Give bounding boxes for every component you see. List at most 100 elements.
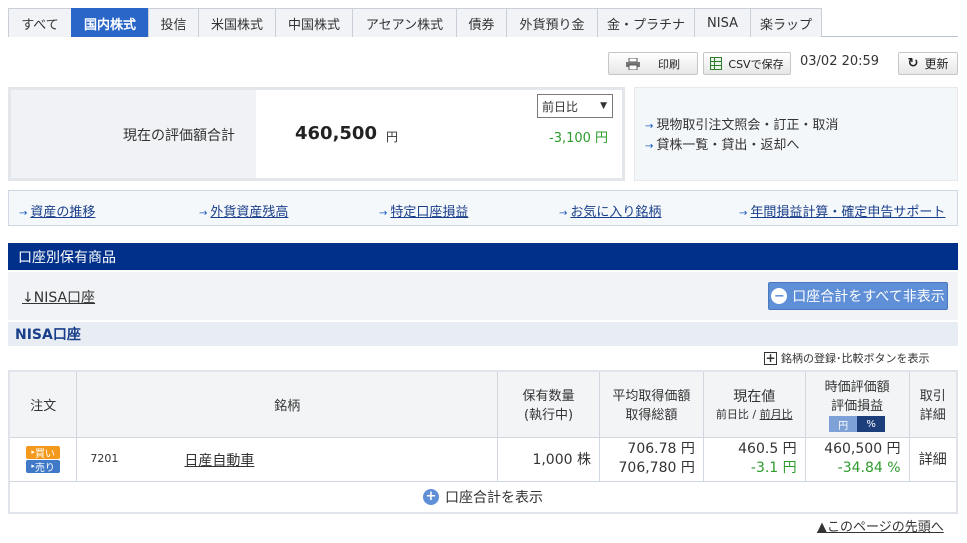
compare-select-value: 前日比 — [542, 99, 579, 114]
nav-asset-history-label: 資産の推移 — [30, 205, 96, 220]
tab-china-stocks[interactable]: 中国株式 — [275, 8, 353, 37]
nav-asset-history[interactable]: → 資産の推移 — [19, 201, 95, 220]
arrow-icon: → — [645, 121, 654, 132]
buy-label: 買い — [34, 448, 55, 460]
plus-circle-icon: + — [423, 488, 439, 505]
show-total-button[interactable]: + 口座合計を表示 — [423, 487, 543, 507]
nav-tax-support[interactable]: → 年間損益計算・確定申告サポート — [739, 201, 945, 220]
chevron-down-icon: ▼ — [600, 101, 607, 111]
sort-prev-month[interactable]: 前月比 — [760, 408, 793, 421]
table-header-row: 注文 銘柄 保有数量 (執行中) 平均取得価額 取得総額 現在値 前日比 / 前月比 … — [8, 370, 958, 438]
tab-rakuwrap[interactable]: 楽ラップ — [750, 8, 822, 37]
product-tabs: すべて 国内株式 投信 米国株式 中国株式 アセアン株式 債券 外貨預り金 金・… — [8, 8, 958, 37]
printer-icon — [626, 57, 640, 70]
tab-us-stocks[interactable]: 米国株式 — [198, 8, 276, 37]
print-button[interactable]: 印刷 — [608, 52, 698, 75]
separator: / — [748, 408, 760, 422]
avg-price: 706.78 円 — [627, 441, 695, 457]
summary-value: 460,500 — [295, 123, 377, 144]
table-row: ▸ 買い ▸ 売り 7201 日産自動車 1,000 株 706.78 円 706,7… — [8, 436, 958, 482]
qty-cell: 1,000 株 — [497, 436, 600, 482]
arrow-icon: → — [379, 208, 388, 219]
name-cell: 7201 日産自動車 — [76, 436, 499, 482]
compare-select[interactable]: 前日比 ▼ — [537, 94, 613, 118]
stock-name-link[interactable]: 日産自動車 — [184, 450, 254, 470]
col-qty-line2: (執行中) — [523, 408, 574, 424]
col-detail: 取引 詳細 — [908, 370, 958, 438]
tab-domestic-stocks[interactable]: 国内株式 — [71, 8, 149, 37]
col-current: 現在値前日比 / 前月比 — [702, 370, 806, 438]
arrow-icon: → — [199, 208, 208, 219]
tab-nisa[interactable]: NISA — [694, 8, 751, 37]
nav-specific-account-pnl[interactable]: → 特定口座損益 — [379, 201, 468, 220]
show-total-cell: + 口座合計を表示 — [8, 480, 958, 514]
toggle-pct[interactable]: % — [857, 416, 886, 433]
refresh-label: 更新 — [924, 57, 949, 71]
nav-favorites-label: お気に入り銘柄 — [570, 205, 662, 220]
tab-asean-stocks[interactable]: アセアン株式 — [352, 8, 457, 37]
tab-gold-platinum[interactable]: 金・プラチナ — [597, 8, 695, 37]
detail-link[interactable]: 詳細 — [919, 452, 947, 468]
tab-fx-deposits[interactable]: 外貨預り金 — [506, 8, 598, 37]
order-links-panel: → 現物取引注文照会・訂正・取消 → 貸株一覧・貸出・返却へ — [634, 87, 958, 181]
order-inquiry-label: 現物取引注文照会・訂正・取消 — [656, 118, 839, 133]
arrow-icon: → — [559, 208, 568, 219]
show-register-buttons[interactable]: + 銘柄の登録･比較ボタンを表示 — [764, 350, 930, 366]
sell-label: 売り — [34, 462, 55, 474]
refresh-button[interactable]: ↻ 更新 — [898, 52, 958, 75]
nav-favorites[interactable]: → お気に入り銘柄 — [559, 201, 661, 220]
hide-all-totals-label: 口座合計をすべて非表示 — [792, 289, 945, 305]
refresh-icon: ↻ — [907, 56, 919, 71]
sell-button[interactable]: ▸ 売り — [26, 459, 61, 474]
current-cell: 460.5 円 -3.1 円 — [702, 436, 806, 482]
yen-pct-toggle: 円 % — [806, 416, 909, 433]
nisa-account-title: NISA口座 — [8, 322, 958, 346]
page-top-link[interactable]: ▲このページの先頭へ — [817, 516, 944, 535]
col-order: 注文 — [8, 370, 78, 438]
detail-cell: 詳細 — [908, 436, 958, 482]
asset-nav-bar: → 資産の推移 → 外貨資産残高 → 特定口座損益 → お気に入り銘柄 → 年間損益計算・… — [8, 190, 958, 226]
nav-specific-account-pnl-label: 特定口座損益 — [390, 205, 469, 220]
col-detail-line1: 取引 — [919, 389, 946, 405]
toggle-yen[interactable]: 円 — [829, 416, 858, 433]
tab-all[interactable]: すべて — [8, 8, 72, 37]
hide-all-totals-button[interactable]: − 口座合計をすべて非表示 — [768, 282, 948, 310]
lending-link[interactable]: → 貸株一覧・貸出・返却へ — [645, 134, 799, 153]
nisa-account-link[interactable]: ↓NISA口座 — [22, 287, 95, 307]
current-change: -3.1 円 — [750, 460, 797, 476]
lending-label: 貸株一覧・貸出・返却へ — [656, 138, 800, 153]
col-valuation: 時価評価額 評価損益 円 % — [804, 370, 910, 438]
print-label: 印刷 — [658, 57, 680, 71]
summary-panel: 現在の評価額合計 460,500 円 前日比 ▼ -3,100 円 — [8, 87, 625, 181]
valuation-cell: 460,500 円 -34.84 % — [804, 436, 910, 482]
order-inquiry-link[interactable]: → 現物取引注文照会・訂正・取消 — [645, 114, 838, 133]
col-current-line1: 現在値 — [733, 389, 776, 406]
plus-box-icon: + — [764, 351, 777, 365]
csv-label: CSVで保存 — [728, 57, 784, 71]
valuation-pnl: -34.84 % — [837, 460, 901, 476]
timestamp: 03/02 20:59 — [800, 54, 880, 69]
arrow-icon: → — [645, 141, 654, 152]
section-title: 口座別保有商品 — [8, 243, 958, 270]
summary-label: 現在の評価額合計 — [123, 128, 235, 144]
avg-cell: 706.78 円 706,780 円 — [598, 436, 704, 482]
col-avg-line1: 平均取得価額 — [612, 389, 691, 405]
tab-funds[interactable]: 投信 — [148, 8, 199, 37]
avg-total: 706,780 円 — [618, 460, 695, 476]
summary-unit: 円 — [386, 130, 399, 144]
show-total-label: 口座合計を表示 — [445, 489, 543, 506]
summary-change: -3,100 円 — [549, 131, 609, 146]
buy-button[interactable]: ▸ 買い — [26, 445, 61, 460]
holdings-table: 注文 銘柄 保有数量 (執行中) 平均取得価額 取得総額 現在値 前日比 / 前月比 … — [8, 370, 958, 514]
order-cell: ▸ 買い ▸ 売り — [8, 436, 78, 482]
spreadsheet-icon — [710, 57, 723, 70]
csv-save-button[interactable]: CSVで保存 — [703, 52, 791, 75]
stock-code: 7201 — [90, 451, 119, 465]
nav-fx-balance[interactable]: → 外貨資産残高 — [199, 201, 288, 220]
col-detail-line2: 詳細 — [919, 408, 946, 424]
show-register-label: 銘柄の登録･比較ボタンを表示 — [781, 352, 930, 365]
sort-prev-day[interactable]: 前日比 — [716, 408, 749, 421]
tab-bonds[interactable]: 債券 — [456, 8, 507, 37]
nav-tax-support-label: 年間損益計算・確定申告サポート — [750, 205, 946, 220]
arrow-icon: → — [739, 208, 748, 219]
